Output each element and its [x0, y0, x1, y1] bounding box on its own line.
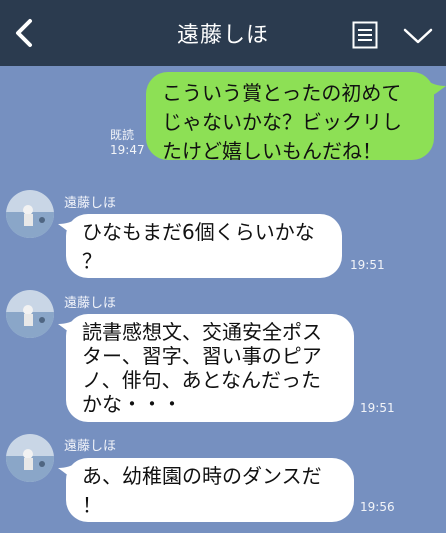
chat-header: 遠藤しほ	[0, 0, 446, 66]
avatar[interactable]	[6, 434, 54, 482]
received-message-bubble[interactable]: あ、幼稚園の時のダンスだ ！	[66, 458, 354, 522]
read-receipt: 既読	[110, 128, 135, 142]
avatar[interactable]	[6, 190, 54, 238]
chevron-down-icon[interactable]	[402, 26, 434, 46]
sender-name: 遠藤しほ	[64, 296, 117, 311]
received-message-bubble[interactable]: 読書感想文、交通安全ポス ター、習字、習い事のピア ノ、俳句、あとなんだった か…	[66, 314, 354, 422]
chat-title: 遠藤しほ	[176, 23, 269, 48]
sent-message-bubble[interactable]: こういう賞とったの初めて じゃないかな？ビックリし たけど嬉しいもんだね！	[146, 72, 434, 163]
message-time: 19:56	[360, 500, 395, 514]
message-time: 19:51	[360, 401, 395, 415]
note-icon[interactable]	[352, 21, 378, 49]
message-time: 19:51	[350, 258, 385, 272]
received-message-bubble[interactable]: ひなもまだ6個くらいかな ？	[66, 214, 342, 278]
sender-name: 遠藤しほ	[64, 439, 117, 454]
avatar[interactable]	[6, 290, 54, 338]
message-time: 19:47	[110, 143, 145, 157]
sender-name: 遠藤しほ	[64, 196, 117, 211]
